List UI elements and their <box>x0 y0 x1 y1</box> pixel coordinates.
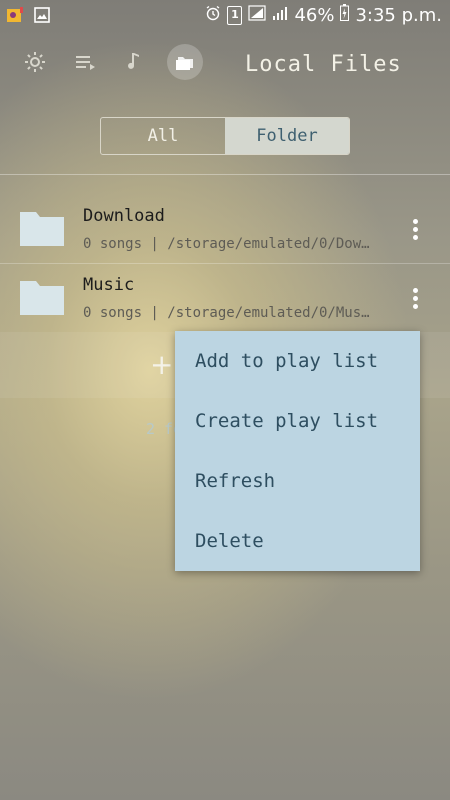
folder-icon[interactable] <box>167 44 203 80</box>
menu-create-playlist[interactable]: Create play list <box>175 391 420 451</box>
section-divider <box>0 174 450 175</box>
folder-meta: 0 songs | /storage/emulated/0/Dow… <box>83 236 370 252</box>
status-bar: 1 46% 3:35 p.m. <box>0 0 450 30</box>
signal-icon <box>248 4 267 26</box>
clock: 3:35 p.m. <box>355 4 442 26</box>
sim-slot-badge: 1 <box>227 5 243 25</box>
folder-name: Music <box>83 275 135 295</box>
folder-meta: 0 songs | /storage/emulated/0/Mus… <box>83 305 370 321</box>
battery-percent: 46% <box>294 4 335 26</box>
view-segment-control: All Folder <box>100 117 350 155</box>
more-options-icon[interactable] <box>403 283 427 313</box>
folder-name: Download <box>83 206 165 226</box>
status-right: 1 46% 3:35 p.m. <box>205 4 442 26</box>
context-menu: Add to play list Create play list Refres… <box>175 331 420 571</box>
signal-bars-icon <box>272 5 288 26</box>
playlist-icon[interactable] <box>67 44 103 80</box>
page-title: Local Files <box>245 52 402 77</box>
folder-icon <box>20 210 64 250</box>
folder-row-download[interactable]: Download 0 songs | /storage/emulated/0/D… <box>0 196 450 262</box>
tab-all[interactable]: All <box>101 118 225 154</box>
music-note-icon[interactable] <box>116 44 152 80</box>
battery-icon <box>340 4 350 26</box>
app-notification-icon <box>6 6 24 28</box>
image-notification-icon <box>34 7 50 27</box>
tab-folder[interactable]: Folder <box>225 118 349 154</box>
row-divider <box>0 263 450 264</box>
menu-delete[interactable]: Delete <box>175 511 420 571</box>
alarm-icon <box>205 5 221 26</box>
plus-icon[interactable]: + <box>150 348 173 381</box>
status-left <box>6 6 50 28</box>
menu-add-to-playlist[interactable]: Add to play list <box>175 331 420 391</box>
folder-icon <box>20 279 64 319</box>
folder-row-music[interactable]: Music 0 songs | /storage/emulated/0/Mus… <box>0 265 450 331</box>
menu-refresh[interactable]: Refresh <box>175 451 420 511</box>
more-options-icon[interactable] <box>403 214 427 244</box>
settings-icon[interactable] <box>17 44 53 80</box>
